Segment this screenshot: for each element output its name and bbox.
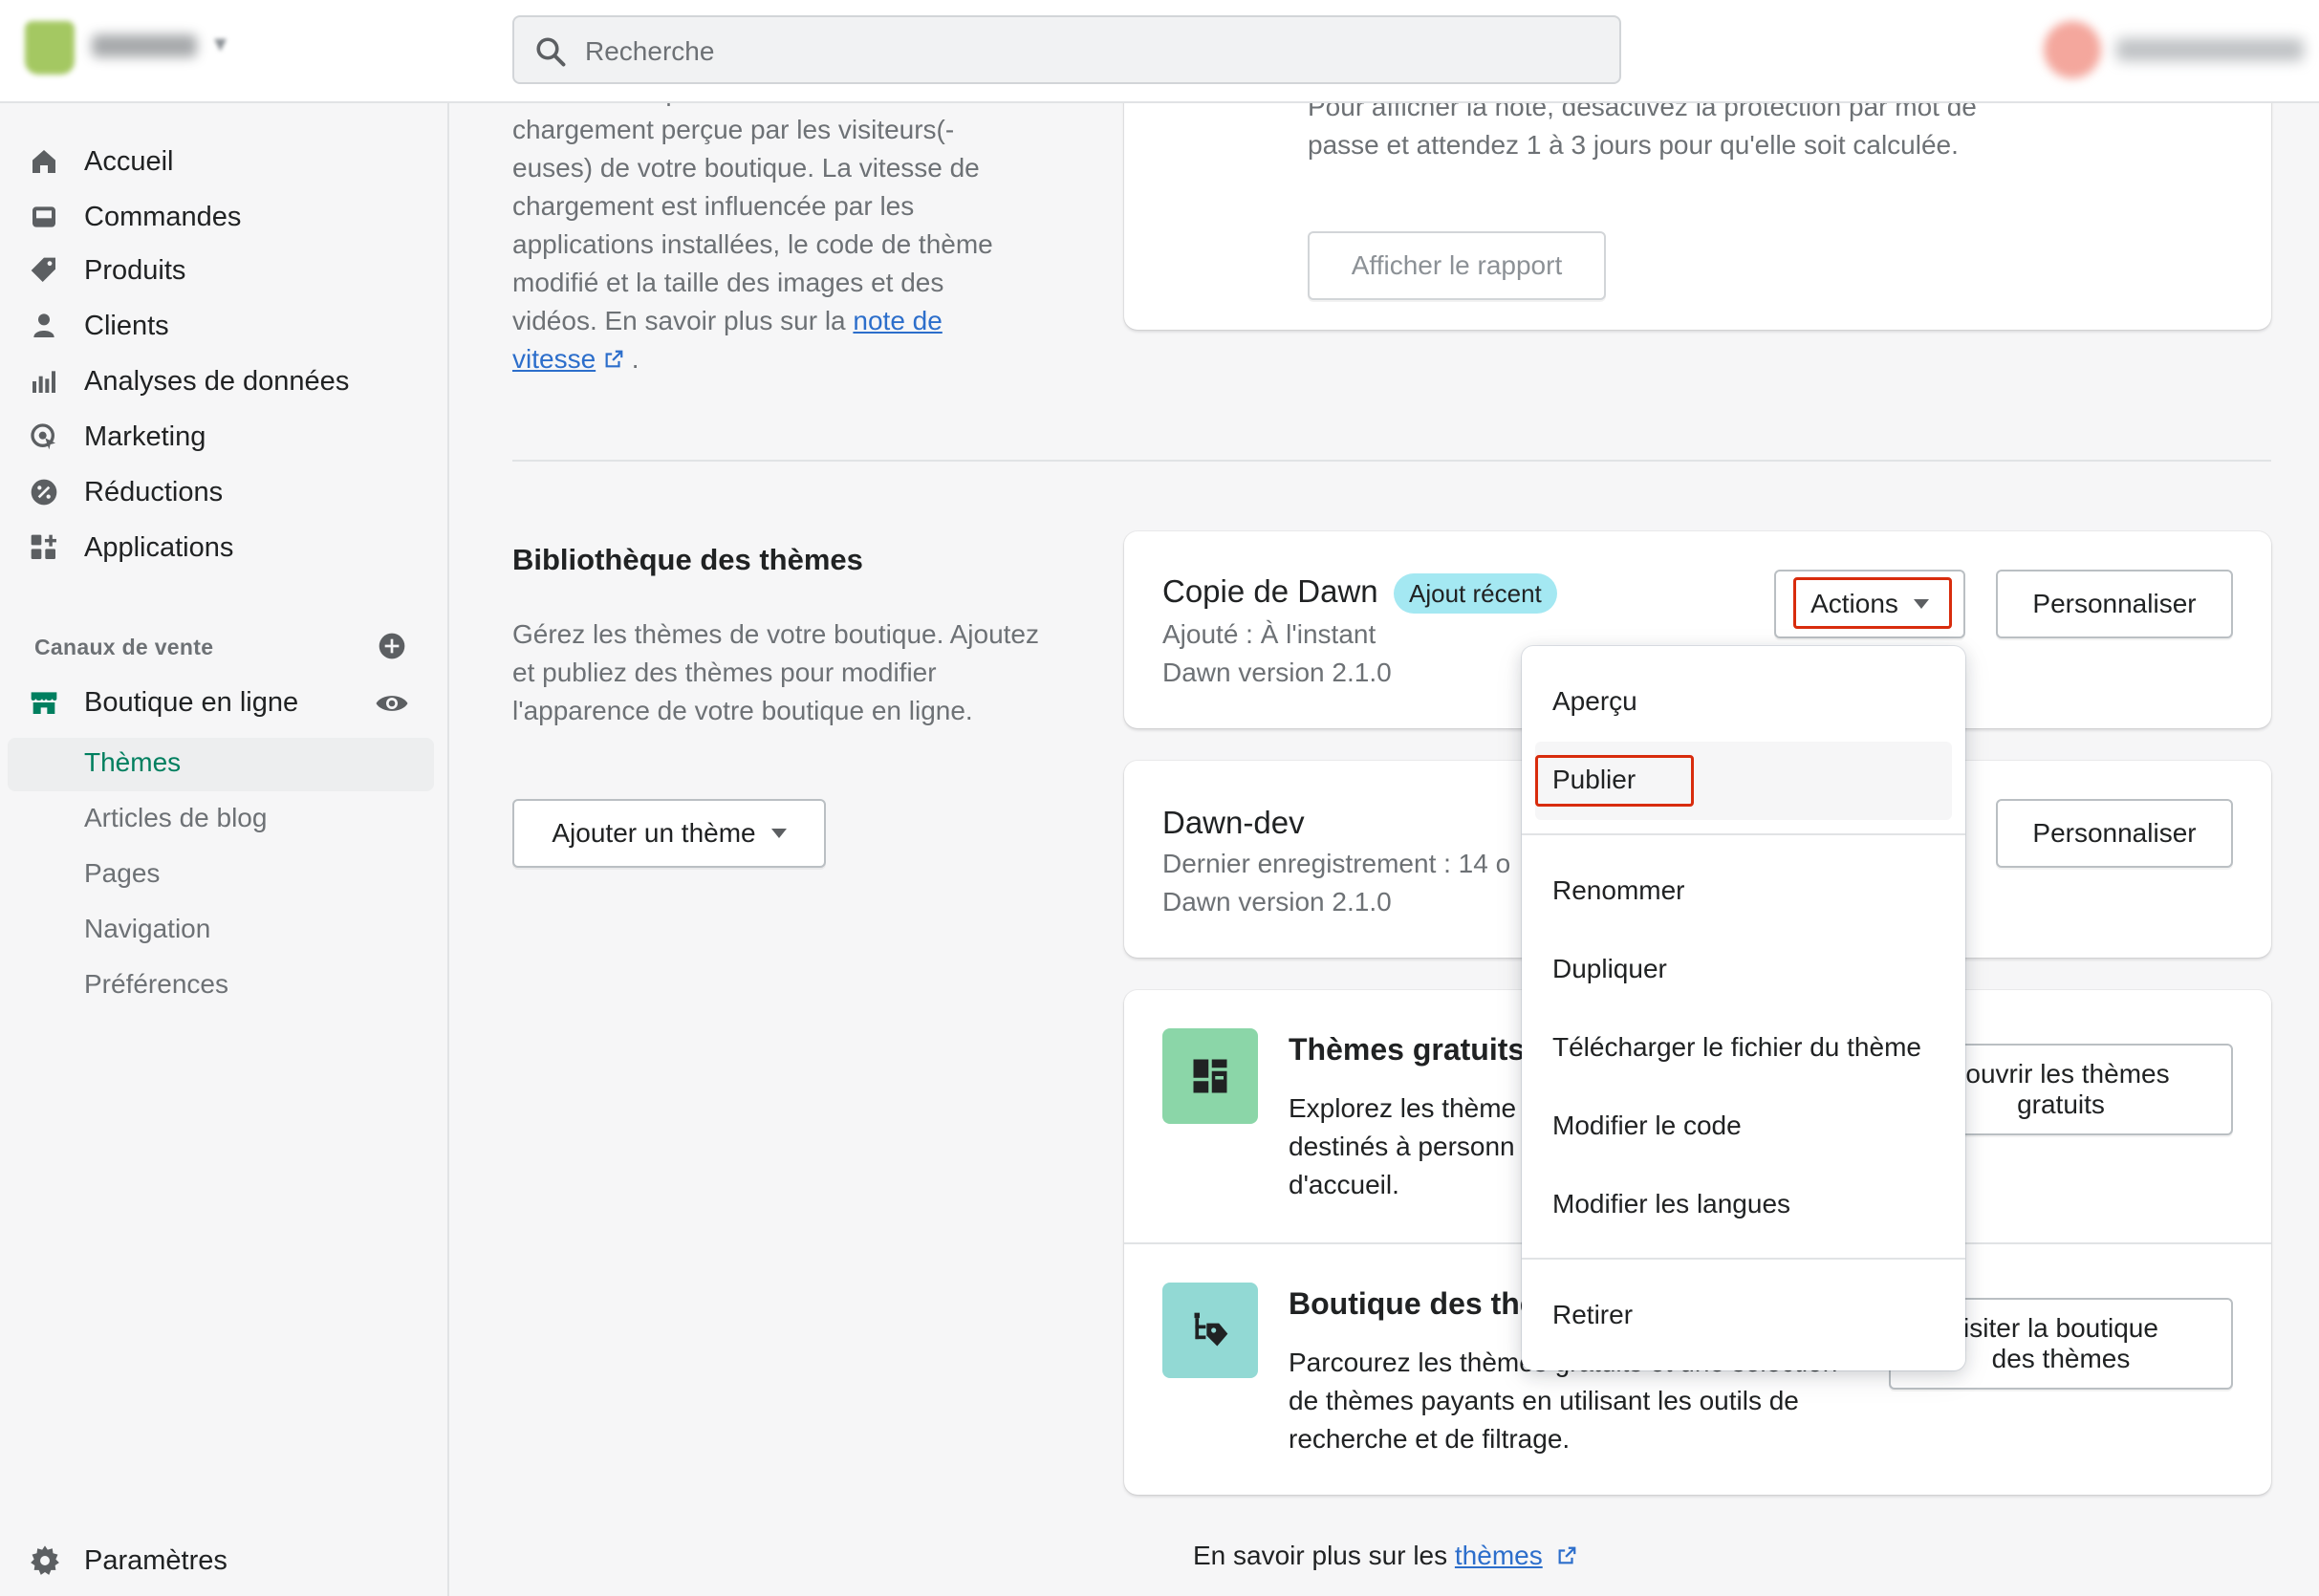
sidebar-item-discounts[interactable]: Réductions	[29, 468, 430, 516]
theme-store-title: Boutique des thè	[1289, 1286, 1537, 1321]
free-themes-icon	[1162, 1028, 1258, 1124]
sidebar-item-label: Analyses de données	[84, 365, 350, 397]
settings-label: Paramètres	[84, 1544, 228, 1576]
sidebar-item-home[interactable]: Accueil	[29, 138, 430, 185]
sidebar: Accueil Commandes Produits Clients Analy…	[0, 103, 449, 1596]
sidebar-item-customers[interactable]: Clients	[29, 302, 430, 350]
sidebar-item-products[interactable]: Produits	[29, 247, 430, 294]
view-report-button[interactable]: Afficher le rapport	[1308, 231, 1606, 300]
search-icon	[536, 37, 566, 67]
eye-icon[interactable]	[375, 686, 409, 721]
sidebar-item-apps[interactable]: Applications	[29, 524, 430, 572]
gear-icon	[29, 1543, 71, 1578]
button-line: gratuits	[2017, 1089, 2105, 1119]
highlight-box	[1535, 755, 1694, 807]
sidebar-subitem-pages[interactable]: Pages	[84, 858, 160, 889]
shopify-logo-icon[interactable]	[25, 21, 75, 75]
discount-icon	[29, 475, 71, 509]
sales-channels-heading: Canaux de vente	[34, 635, 214, 659]
menu-item-remove[interactable]: Retirer	[1552, 1300, 1633, 1330]
customize-button[interactable]: Personnaliser	[1996, 570, 2233, 638]
bar-chart-icon	[29, 364, 71, 399]
home-icon	[29, 144, 71, 179]
add-circle-icon[interactable]	[377, 631, 407, 661]
sidebar-subitem-navigation[interactable]: Navigation	[84, 914, 210, 944]
button-line: couvrir les thèmes	[1952, 1059, 2170, 1089]
sidebar-item-online-store[interactable]: Boutique en ligne	[29, 679, 430, 726]
section-divider	[512, 460, 2271, 462]
search-input[interactable]: Recherche	[512, 15, 1621, 84]
actions-dropdown-menu: Aperçu Publier Renommer Dupliquer Téléch…	[1522, 646, 1965, 1370]
caret-down-icon	[770, 829, 787, 838]
person-icon	[29, 309, 71, 343]
top-bar: ▾ Recherche	[0, 0, 2319, 103]
sidebar-item-analytics[interactable]: Analyses de données	[29, 357, 430, 405]
sidebar-item-label: Marketing	[84, 421, 206, 452]
customize-button[interactable]: Personnaliser	[1996, 799, 2233, 868]
theme-version: Dawn version 2.1.0	[1162, 658, 1392, 687]
menu-divider	[1522, 1258, 1965, 1260]
sidebar-subitem-preferences[interactable]: Préférences	[84, 969, 228, 1000]
button-line: isiter la boutique	[1963, 1313, 2158, 1343]
menu-item-preview[interactable]: Aperçu	[1552, 686, 1637, 717]
store-icon	[29, 685, 71, 720]
sidebar-item-label: Applications	[84, 531, 234, 563]
active-item-highlight	[8, 738, 434, 791]
store-name-blurred[interactable]	[92, 34, 197, 57]
search-placeholder: Recherche	[585, 36, 715, 66]
sidebar-item-marketing[interactable]: Marketing	[29, 413, 430, 461]
external-link-icon[interactable]	[603, 349, 624, 370]
library-title: Bibliothèque des thèmes	[512, 543, 863, 576]
speed-card: Pour afficher la note, désactivez la pro…	[1124, 103, 2271, 330]
apps-icon	[29, 530, 71, 565]
sidebar-item-label: Clients	[84, 310, 169, 341]
theme-name: Dawn-dev	[1162, 805, 1305, 840]
sidebar-item-label: Réductions	[84, 476, 224, 507]
theme-store-icon	[1162, 1283, 1258, 1378]
tag-icon	[29, 253, 71, 288]
sidebar-item-label: Commandes	[84, 201, 242, 232]
theme-name: Copie de Dawn	[1162, 573, 1378, 609]
sidebar-subitem-themes[interactable]: Thèmes	[84, 747, 181, 778]
sidebar-item-settings[interactable]: Paramètres	[29, 1537, 430, 1585]
menu-item-download-theme-file[interactable]: Télécharger le fichier du thème	[1552, 1032, 1921, 1063]
external-link-icon[interactable]	[1556, 1545, 1577, 1566]
theme-saved-meta: Dernier enregistrement : 14 o	[1162, 849, 1511, 878]
add-theme-button[interactable]: Ajouter un thème	[512, 799, 826, 868]
inbox-icon	[29, 200, 71, 234]
sidebar-subitem-blog-posts[interactable]: Articles de blog	[84, 803, 267, 833]
speed-description: Votre note représente la vitesse de char…	[512, 103, 993, 374]
menu-item-rename[interactable]: Renommer	[1552, 875, 1684, 906]
theme-version: Dawn version 2.1.0	[1162, 887, 1392, 917]
status-badge: Ajout récent	[1394, 573, 1557, 614]
library-description: Gérez les thèmes de votre boutique. Ajou…	[512, 619, 1039, 725]
avatar[interactable]	[2044, 21, 2101, 78]
theme-added-meta: Ajouté : À l'instant	[1162, 619, 1376, 649]
highlight-box	[1793, 577, 1952, 629]
speed-card-text: Pour afficher la note, désactivez la pro…	[1308, 103, 1977, 160]
chevron-down-icon[interactable]: ▾	[214, 29, 227, 58]
target-icon	[29, 420, 71, 454]
free-themes-text: Explorez les thème destinés à personn d'…	[1289, 1093, 1517, 1199]
free-themes-title: Thèmes gratuits	[1289, 1032, 1526, 1067]
sidebar-item-label: Accueil	[84, 145, 174, 177]
menu-item-duplicate[interactable]: Dupliquer	[1552, 954, 1667, 984]
online-store-label: Boutique en ligne	[84, 686, 299, 718]
menu-item-edit-languages[interactable]: Modifier les langues	[1552, 1189, 1790, 1219]
user-name-blurred[interactable]	[2116, 38, 2304, 61]
add-theme-label: Ajouter un thème	[552, 818, 756, 848]
footer-learn-more: En savoir plus sur les thèmes	[1193, 1541, 1577, 1571]
themes-link[interactable]: thèmes	[1455, 1541, 1543, 1570]
button-line: des thèmes	[1991, 1344, 2131, 1373]
menu-divider	[1522, 833, 1965, 835]
sidebar-item-label: Produits	[84, 254, 186, 286]
sidebar-item-orders[interactable]: Commandes	[29, 193, 430, 241]
menu-item-edit-code[interactable]: Modifier le code	[1552, 1111, 1742, 1141]
